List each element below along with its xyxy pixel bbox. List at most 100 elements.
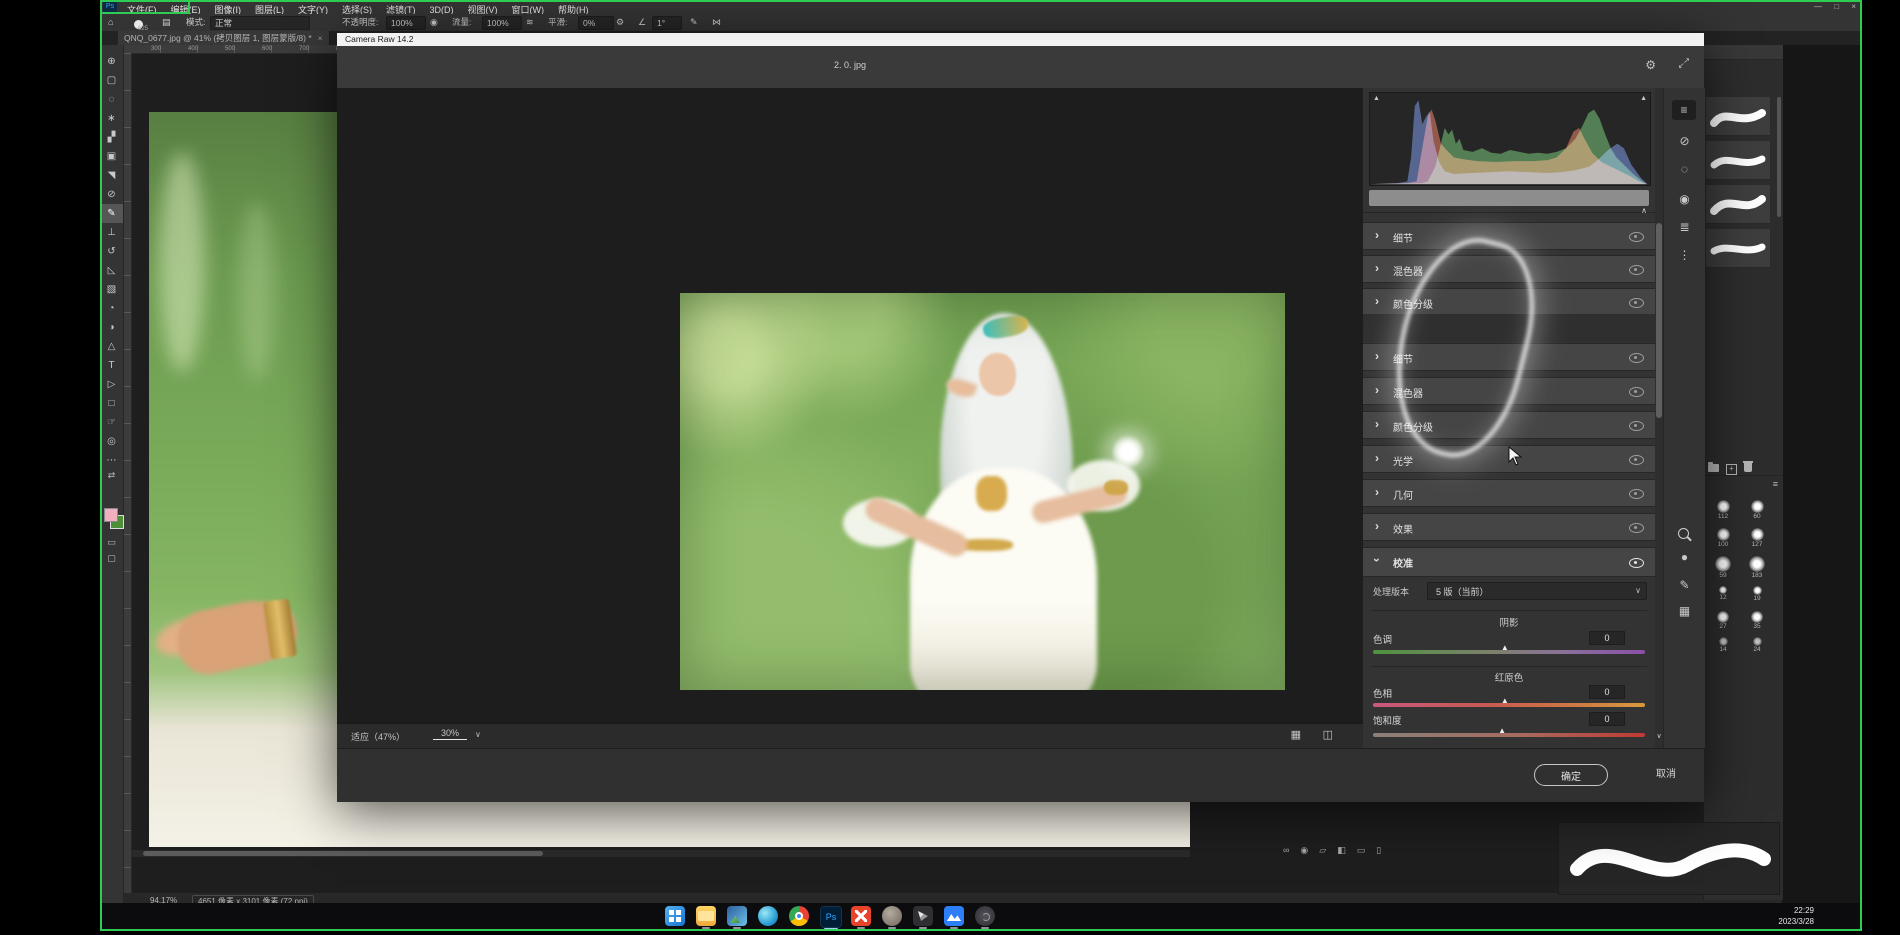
zoom-tool[interactable]: ◎ bbox=[100, 432, 123, 451]
fx-icon[interactable]: ◉ bbox=[1300, 845, 1319, 855]
red-app-icon[interactable] bbox=[851, 906, 871, 926]
dark-app-icon[interactable] bbox=[913, 906, 933, 926]
saturation-slider[interactable]: ▲ bbox=[1373, 733, 1645, 737]
more-options-icon[interactable]: ⋮ bbox=[1664, 248, 1705, 262]
more-tools-icon[interactable]: ⋯ bbox=[100, 451, 123, 470]
document-tab[interactable]: QNQ_0677.jpg @ 41% (拷贝图层 1, 图层蒙版/8) *× bbox=[118, 31, 330, 45]
eye-icon[interactable] bbox=[1629, 298, 1644, 308]
home-icon[interactable]: ⌂ bbox=[108, 14, 113, 30]
swap-swatches-icon[interactable]: ⇄ bbox=[100, 470, 123, 481]
type-tool[interactable]: T bbox=[100, 356, 123, 375]
eye-icon[interactable] bbox=[1629, 558, 1644, 568]
saturation-value[interactable]: 0 bbox=[1589, 712, 1625, 726]
quick-select-tool[interactable]: ∗ bbox=[100, 109, 123, 128]
history-brush-tool[interactable]: ↺ bbox=[100, 242, 123, 261]
chrome-browser-icon[interactable] bbox=[789, 906, 809, 926]
airbrush-icon[interactable]: ≋ bbox=[526, 14, 534, 30]
gradient-tool[interactable]: ▧ bbox=[100, 280, 123, 299]
eye-icon[interactable] bbox=[1629, 265, 1644, 275]
tint-value[interactable]: 0 bbox=[1589, 631, 1625, 645]
blue-app-icon[interactable] bbox=[944, 906, 964, 926]
brush-stroke-preset[interactable] bbox=[1706, 229, 1770, 268]
section-effects[interactable]: › 效果 bbox=[1363, 513, 1655, 541]
blur-tool[interactable]: ◔ bbox=[100, 299, 123, 318]
eyedropper-tool[interactable]: ◥ bbox=[100, 166, 123, 185]
close-button[interactable]: × bbox=[1851, 2, 1856, 11]
edge-browser-icon[interactable] bbox=[758, 906, 778, 926]
zoom-value-field[interactable]: 30% bbox=[433, 728, 467, 740]
start-button-icon[interactable] bbox=[665, 906, 685, 926]
folder-icon[interactable] bbox=[1708, 464, 1719, 472]
brush-preset[interactable]: 100 bbox=[1708, 528, 1738, 553]
brush-preset[interactable]: 12 bbox=[1708, 586, 1738, 611]
brush-preset[interactable]: 127 bbox=[1742, 528, 1772, 553]
red-eye-tool[interactable]: ◉ bbox=[1664, 192, 1705, 206]
slider-thumb[interactable]: ▲ bbox=[1498, 726, 1506, 735]
eye-icon[interactable] bbox=[1629, 455, 1644, 465]
brush-panel-icon[interactable]: ▤ bbox=[162, 14, 171, 30]
foreground-color-swatch[interactable] bbox=[104, 508, 118, 522]
pan-dot-icon[interactable]: ● bbox=[1664, 550, 1705, 564]
group-icon[interactable]: ▭ bbox=[1357, 845, 1377, 855]
panel-menu-icon[interactable]: ≡ bbox=[1773, 479, 1778, 489]
fullscreen-toggle-icon[interactable]: ↗ ↙ bbox=[1678, 57, 1690, 69]
eye-icon[interactable] bbox=[1629, 523, 1644, 533]
cancel-button[interactable]: 取消 bbox=[1650, 764, 1682, 781]
slider-thumb[interactable]: ▲ bbox=[1501, 643, 1509, 652]
section-calibration[interactable]: › 校准 bbox=[1363, 547, 1655, 577]
brush-preset[interactable]: 112 bbox=[1708, 500, 1738, 525]
fit-zoom-label[interactable]: 适应（47%） bbox=[351, 730, 405, 743]
file-explorer-icon[interactable] bbox=[696, 906, 716, 926]
brush-stroke-preset[interactable] bbox=[1706, 141, 1770, 180]
mask-tool[interactable]: ◌ bbox=[1664, 162, 1705, 176]
healing-tool[interactable]: ⊘ bbox=[100, 185, 123, 204]
new-item-icon[interactable]: + bbox=[1726, 464, 1737, 475]
ok-button[interactable]: 确定 bbox=[1534, 764, 1608, 786]
brush-preset[interactable]: 24 bbox=[1742, 637, 1772, 662]
process-version-select[interactable]: 5 版（当前） ∨ bbox=[1427, 582, 1647, 600]
presets-tool[interactable]: ≣ bbox=[1664, 220, 1705, 234]
brush-preset[interactable]: 60 bbox=[1742, 500, 1772, 525]
horizontal-scrollbar[interactable] bbox=[131, 850, 1190, 857]
screen-mode-icon[interactable]: ▢ bbox=[100, 553, 123, 564]
adjustment-icon[interactable]: ◧ bbox=[1337, 845, 1357, 855]
move-tool[interactable]: ⊕ bbox=[100, 52, 123, 71]
brush-preset[interactable]: 19 bbox=[1742, 586, 1772, 611]
edit-tool[interactable]: ≡ bbox=[1672, 100, 1696, 120]
brush-preset[interactable]: 27 bbox=[1708, 611, 1738, 636]
mode-select[interactable]: 正常 bbox=[210, 16, 310, 30]
panel-scrollbar-thumb[interactable] bbox=[1656, 223, 1662, 418]
eye-icon[interactable] bbox=[1629, 489, 1644, 499]
hue-slider[interactable]: ▲ bbox=[1373, 703, 1645, 707]
camera-raw-titlebar[interactable]: Camera Raw 14.2 bbox=[337, 33, 1704, 46]
brush-stroke-preset[interactable] bbox=[1706, 185, 1770, 224]
mask-icon[interactable]: ▱ bbox=[1319, 845, 1337, 855]
link-icon[interactable]: ∞ bbox=[1283, 845, 1300, 855]
settings-gear-icon[interactable]: ⚙ bbox=[1645, 58, 1656, 72]
pressure-opacity-icon[interactable]: ◉ bbox=[430, 14, 438, 30]
taskbar-clock[interactable]: 22:29 2023/3/28 bbox=[1778, 905, 1814, 927]
pen-tool[interactable]: △ bbox=[100, 337, 123, 356]
slider-thumb[interactable]: ▲ bbox=[1501, 696, 1509, 705]
gray-app-icon[interactable] bbox=[882, 906, 902, 926]
histogram[interactable]: ▲ ▲ bbox=[1369, 92, 1651, 186]
section-geometry[interactable]: › 几何 bbox=[1363, 479, 1655, 507]
symmetry-icon[interactable]: ⋈ bbox=[712, 14, 721, 30]
brush-tool[interactable]: ✎ bbox=[100, 204, 123, 223]
dodge-tool[interactable]: ◑ bbox=[100, 318, 123, 337]
marquee-tool[interactable]: ▢ bbox=[100, 71, 123, 90]
delete-icon[interactable]: ▯ bbox=[1376, 845, 1392, 855]
frame-tool[interactable]: ▣ bbox=[100, 147, 123, 166]
eye-icon[interactable] bbox=[1629, 353, 1644, 363]
eraser-tool[interactable]: ◺ bbox=[100, 261, 123, 280]
panel-scrollbar-track[interactable] bbox=[1655, 88, 1663, 748]
grid-view-icon[interactable]: ▦ bbox=[1291, 728, 1301, 741]
camera-raw-preview[interactable]: 适应（47%） 30% ∨ ▦ ◫ bbox=[337, 88, 1363, 748]
smoothing-gear-icon[interactable]: ⚙ bbox=[616, 14, 624, 30]
brush-stroke-preset[interactable] bbox=[1706, 97, 1770, 136]
minimize-button[interactable]: — bbox=[1814, 2, 1822, 11]
eye-icon[interactable] bbox=[1629, 232, 1644, 242]
maximize-button[interactable]: □ bbox=[1834, 2, 1839, 11]
shape-tool[interactable]: □ bbox=[100, 394, 123, 413]
brush-preset[interactable]: 35 bbox=[1742, 611, 1772, 636]
